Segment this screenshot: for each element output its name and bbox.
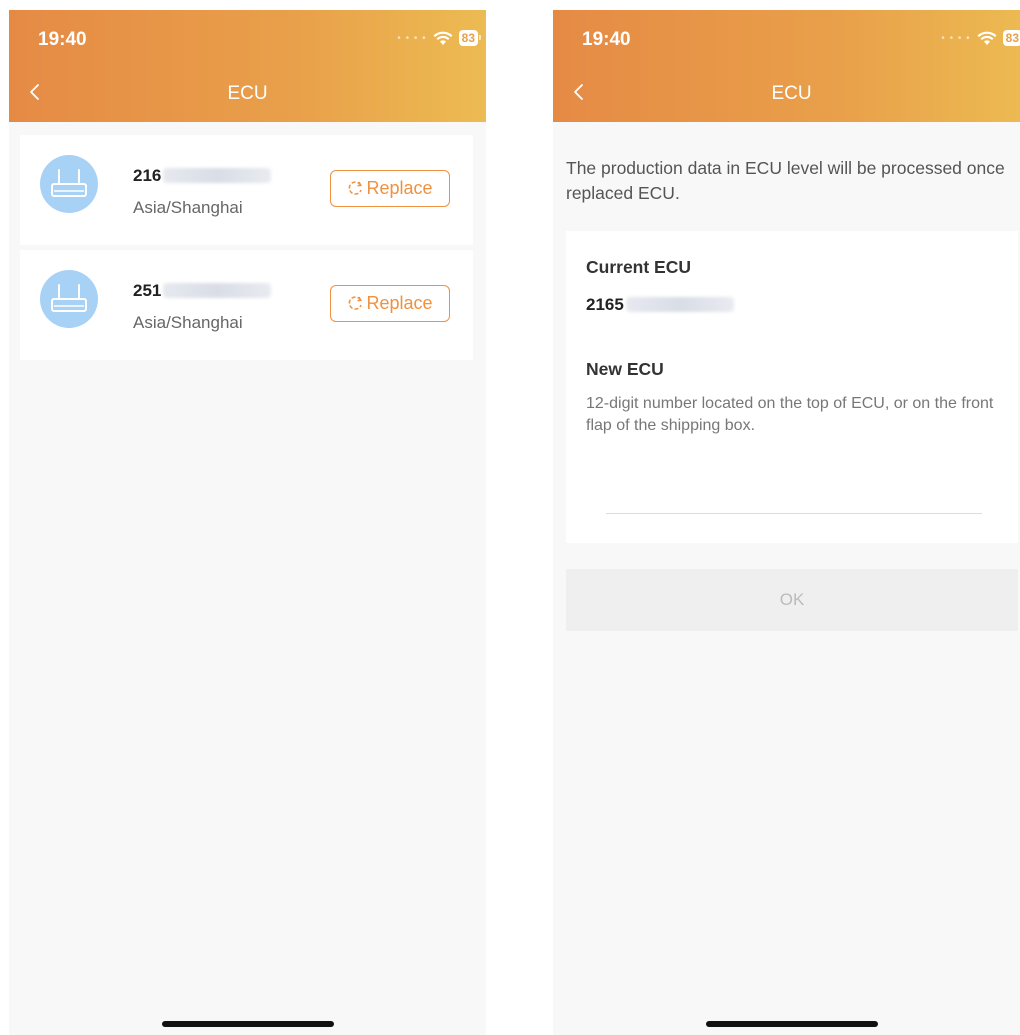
replace-button[interactable]: Replace [330,285,450,322]
replace-form: Current ECU 2165 New ECU 12-digit number… [566,231,1018,543]
page-title: ECU [771,83,812,104]
refresh-icon [349,181,363,195]
ecu-timezone: Asia/Shanghai [133,198,243,217]
ecu-list-item: 216 Asia/Shanghai Replace [20,135,473,245]
status-icons: • • • • 83 [397,30,482,46]
home-indicator [705,1021,878,1027]
battery-icon: 83 [1002,30,1020,46]
battery-icon: 83 [458,30,482,46]
ecu-list-item: 251 Asia/Shanghai Replace [20,250,473,360]
replace-label: Replace [366,178,433,198]
redacted-blur [163,168,272,183]
header: 19:40 • • • • 83 ECU [553,10,1020,122]
refresh-icon [349,296,363,310]
wifi-icon [433,31,453,45]
router-icon [40,155,98,213]
current-ecu-label: Current ECU [586,257,692,277]
ecu-list-screen: 19:40 • • • • 83 ECU 216 Asia/Shanghai R… [9,10,486,1035]
current-ecu-value: 2165 [586,295,734,315]
replace-label: Replace [366,293,433,313]
signal-dots-icon: • • • • [941,32,971,44]
status-time: 19:40 [38,29,87,50]
replace-ecu-screen: 19:40 • • • • 83 ECU The production data… [553,10,1020,1035]
page-title: ECU [227,83,268,104]
ecu-id: 251 [133,281,272,301]
header: 19:40 • • • • 83 ECU [9,10,486,122]
wifi-icon [977,31,997,45]
new-ecu-hint: 12-digit number located on the top of EC… [586,395,994,434]
redacted-blur [163,283,272,298]
status-icons: • • • • 83 [941,30,1020,46]
router-icon [40,270,98,328]
redacted-blur [625,297,734,312]
ecu-id: 216 [133,166,272,186]
ok-button[interactable]: OK [566,569,1018,631]
new-ecu-label: New ECU [586,359,664,379]
signal-dots-icon: • • • • [397,32,427,44]
status-time: 19:40 [582,29,631,50]
home-indicator [161,1021,334,1027]
new-ecu-input[interactable] [606,481,982,514]
ecu-timezone: Asia/Shanghai [133,313,243,332]
info-text: The production data in ECU level will be… [566,158,1005,203]
replace-button[interactable]: Replace [330,170,450,207]
